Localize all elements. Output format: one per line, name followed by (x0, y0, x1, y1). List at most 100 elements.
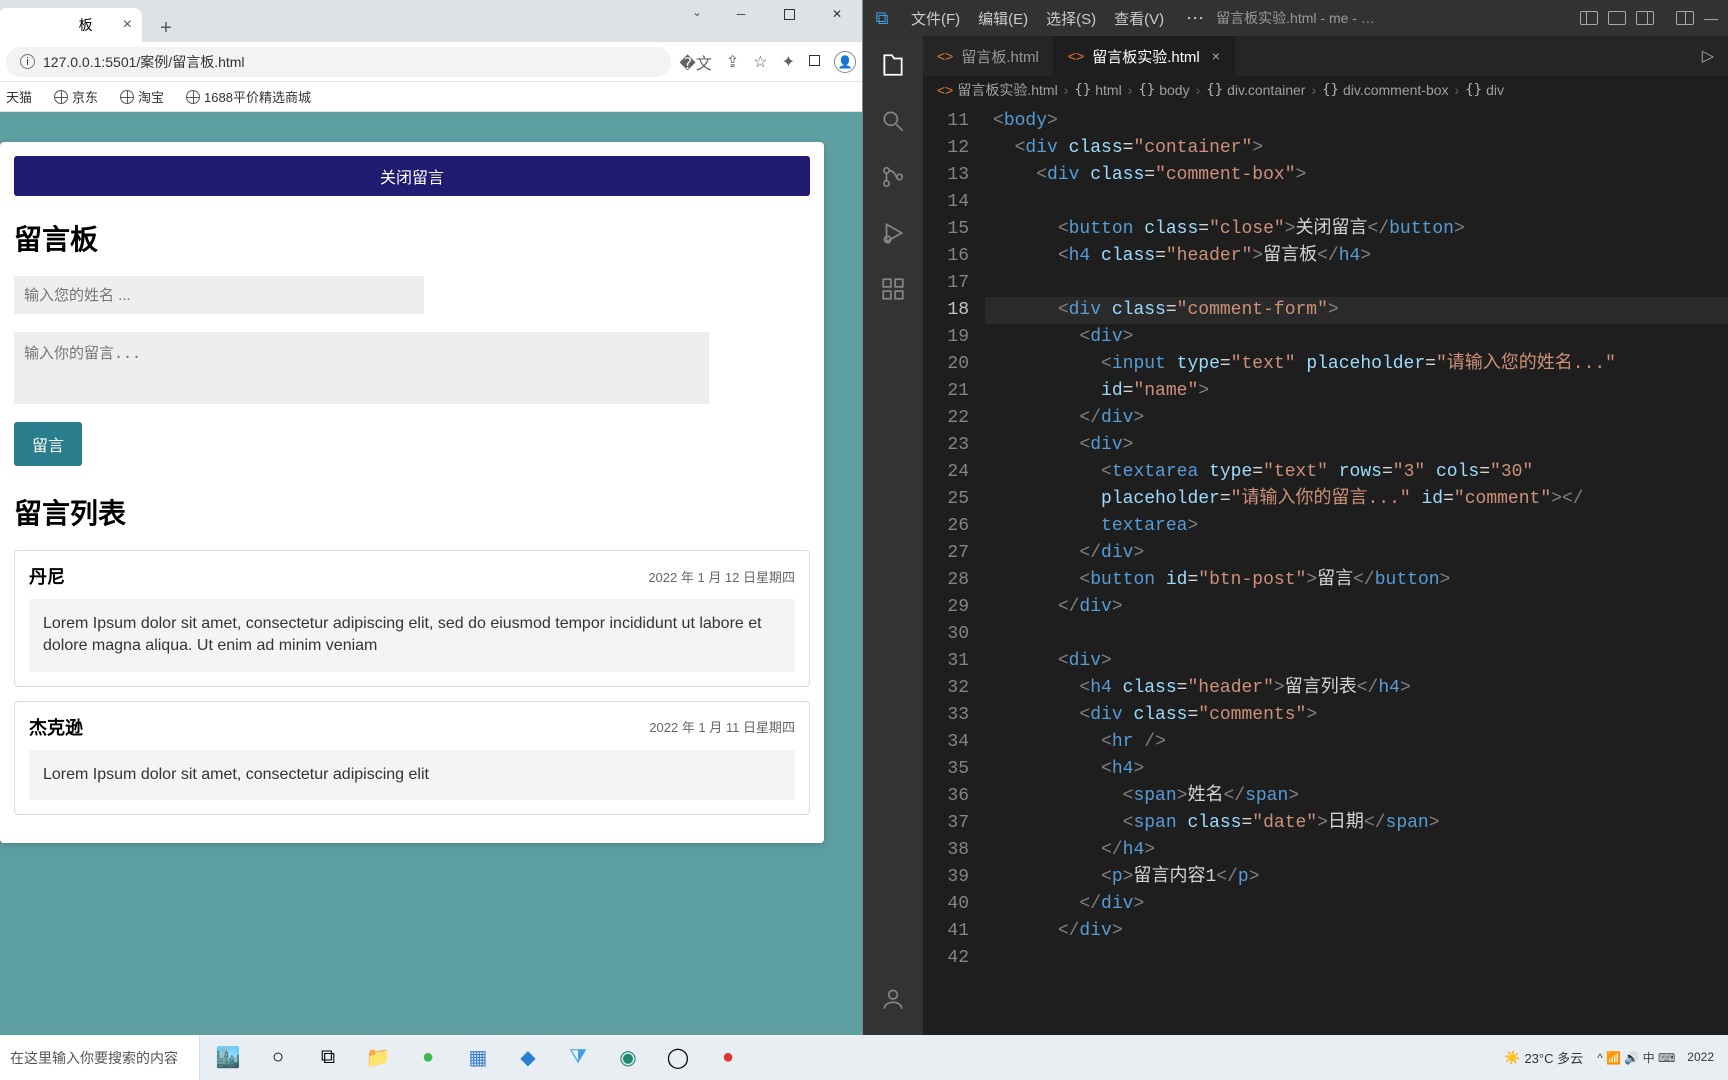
code-editor[interactable]: 1112131415161718192021222324252627282930… (923, 104, 1728, 1052)
brace-icon: {} (1206, 82, 1223, 98)
globe-icon (120, 90, 134, 104)
menu-edit[interactable]: 编辑(E) (978, 8, 1028, 29)
windows-taskbar: 在这里输入你要搜索的内容 🏙️ ○ ⧉ 📁 ● ▦ ◆ ⧩ ◉ ◯ ● ☀️ 2… (0, 1035, 1728, 1080)
run-debug-icon[interactable] (878, 218, 908, 248)
explorer-icon[interactable] (878, 50, 908, 80)
extensions-icon[interactable]: ✦ (782, 52, 795, 72)
comment-item: 丹尼 2022 年 1 月 12 日星期四 Lorem Ipsum dolor … (14, 550, 810, 687)
form-header: 留言板 (14, 218, 810, 258)
comment-body: Lorem Ipsum dolor sit amet, consectetur … (29, 599, 795, 672)
explorer-app-icon[interactable]: 📁 (356, 1036, 400, 1080)
browser-tabstrip: 板 × + ⌄ ─ ✕ (0, 0, 862, 42)
page-viewport: 关闭留言 留言板 留言 留言列表 丹尼 2022 年 1 月 12 日星期四 L… (0, 112, 862, 1080)
tab-title: 板 (79, 15, 93, 35)
brace-icon: {} (1465, 82, 1482, 98)
vscode-logo-icon: ⧉ (871, 7, 893, 29)
bookmark-item[interactable]: 淘宝 (120, 87, 164, 106)
wechat-icon[interactable]: ● (406, 1036, 450, 1080)
name-input[interactable] (14, 276, 424, 314)
taskbar-apps: 🏙️ ○ ⧉ 📁 ● ▦ ◆ ⧩ ◉ ◯ ● (200, 1035, 750, 1080)
bookmark-item[interactable]: 京东 (54, 87, 98, 106)
search-icon[interactable] (878, 106, 908, 136)
tab-label: 留言板实验.html (1092, 46, 1200, 67)
new-tab-button[interactable]: + (152, 14, 180, 42)
app-icon[interactable]: ▦ (456, 1036, 500, 1080)
cortana-icon[interactable]: ○ (256, 1036, 300, 1080)
menu-select[interactable]: 选择(S) (1046, 8, 1096, 29)
system-tray: ☀️ 23°C 多云 ^ 📶 🔊 中 ⌨ 2022 (1494, 1035, 1728, 1080)
close-icon[interactable]: × (123, 16, 132, 34)
side-panel-icon[interactable] (809, 53, 820, 71)
profile-icon[interactable]: 👤 (834, 51, 856, 73)
html-file-icon: <> (937, 48, 953, 64)
task-view-icon[interactable]: ⧉ (306, 1036, 350, 1080)
close-window-button[interactable]: ✕ (814, 0, 860, 28)
post-button[interactable]: 留言 (14, 422, 82, 466)
dash-icon[interactable]: — (1704, 10, 1718, 26)
search-placeholder: 在这里输入你要搜索的内容 (10, 1048, 178, 1068)
comment-item: 杰克逊 2022 年 1 月 11 日星期四 Lorem Ipsum dolor… (14, 701, 810, 815)
editor-tab[interactable]: <> 留言板.html (923, 36, 1054, 76)
edge-icon[interactable]: ◉ (606, 1036, 650, 1080)
editor-tabs: <> 留言板.html <> 留言板实验.html × ▷ (923, 36, 1728, 76)
code-content[interactable]: <body> <div class="container"> <div clas… (985, 104, 1728, 1052)
comment-date: 2022 年 1 月 12 日星期四 (648, 567, 795, 586)
comment-box: 关闭留言 留言板 留言 留言列表 丹尼 2022 年 1 月 12 日星期四 L… (0, 142, 824, 843)
layout-split-icon[interactable] (1676, 11, 1694, 25)
bookmark-item[interactable]: 1688平价精选商城 (186, 87, 311, 106)
titlebar: ⧉ 文件(F) 编辑(E) 选择(S) 查看(V) ⋯ 留言板实验.html -… (863, 0, 1728, 36)
brace-icon: {} (1074, 82, 1091, 98)
app-icon[interactable]: 🏙️ (206, 1036, 250, 1080)
source-control-icon[interactable] (878, 162, 908, 192)
window-title: 留言板实验.html - me - … (1216, 8, 1375, 28)
clock[interactable]: 2022 (1679, 1051, 1722, 1064)
brace-icon: {} (1138, 82, 1155, 98)
bookmark-bar: 天猫 京东 淘宝 1688平价精选商城 (0, 82, 862, 112)
extensions-icon[interactable] (878, 274, 908, 304)
layout-right-icon[interactable] (1636, 11, 1654, 25)
tray-icons[interactable]: ^ 📶 🔊 中 ⌨ (1597, 1049, 1675, 1066)
account-icon[interactable] (878, 984, 908, 1014)
url-input[interactable]: i 127.0.0.1:5501/案例/留言板.html (6, 47, 671, 77)
activity-bar (863, 36, 923, 1080)
globe-icon (186, 90, 200, 104)
layout-left-icon[interactable] (1580, 11, 1598, 25)
comment-date: 2022 年 1 月 11 日星期四 (649, 717, 795, 736)
run-icon[interactable]: ▷ (1688, 36, 1728, 76)
html-file-icon: <> (937, 82, 953, 98)
chrome-icon[interactable]: ◯ (656, 1036, 700, 1080)
url-text: 127.0.0.1:5501/案例/留言板.html (43, 52, 245, 72)
share-icon[interactable]: ⇪ (726, 52, 739, 72)
chevron-down-icon[interactable]: ⌄ (692, 5, 702, 19)
address-bar: i 127.0.0.1:5501/案例/留言板.html �文 ⇪ ☆ ✦ 👤 (0, 42, 862, 82)
close-comments-button[interactable]: 关闭留言 (14, 156, 810, 196)
tab-label: 留言板.html (961, 46, 1039, 67)
comment-body: Lorem Ipsum dolor sit amet, consectetur … (29, 750, 795, 800)
minimize-button[interactable]: ─ (718, 0, 764, 28)
star-icon[interactable]: ☆ (753, 52, 767, 72)
menu-view[interactable]: 查看(V) (1114, 8, 1164, 29)
comment-textarea[interactable] (14, 332, 709, 404)
info-icon: i (20, 54, 35, 69)
app-icon[interactable]: ◆ (506, 1036, 550, 1080)
maximize-button[interactable] (766, 0, 812, 28)
weather-widget[interactable]: ☀️ 23°C 多云 (1494, 1048, 1593, 1067)
editor-tab-active[interactable]: <> 留言板实验.html × (1054, 36, 1235, 76)
translate-icon[interactable]: �文 (679, 50, 711, 74)
vscode-app-icon[interactable]: ⧩ (556, 1036, 600, 1080)
menu-file[interactable]: 文件(F) (911, 8, 960, 29)
browser-window: 板 × + ⌄ ─ ✕ i 127.0.0.1:5501/案例/留言板.html… (0, 0, 863, 1080)
line-gutter: 1112131415161718192021222324252627282930… (923, 104, 985, 1052)
globe-icon (54, 90, 68, 104)
menu-more-icon[interactable]: ⋯ (1186, 8, 1204, 29)
html-file-icon: <> (1068, 48, 1084, 64)
layout-bottom-icon[interactable] (1608, 11, 1626, 25)
taskbar-search[interactable]: 在这里输入你要搜索的内容 (0, 1035, 200, 1080)
bookmark-item[interactable]: 天猫 (6, 87, 32, 106)
app-icon[interactable]: ● (706, 1036, 750, 1080)
comment-author: 杰克逊 (29, 714, 83, 740)
close-icon[interactable]: × (1212, 48, 1220, 64)
breadcrumb[interactable]: <> 留言板实验.html › {} html › {} body › {} d… (923, 76, 1728, 104)
browser-tab[interactable]: 板 × (0, 8, 142, 42)
editor-column: <> 留言板.html <> 留言板实验.html × ▷ <> 留言板实验.h… (923, 36, 1728, 1080)
